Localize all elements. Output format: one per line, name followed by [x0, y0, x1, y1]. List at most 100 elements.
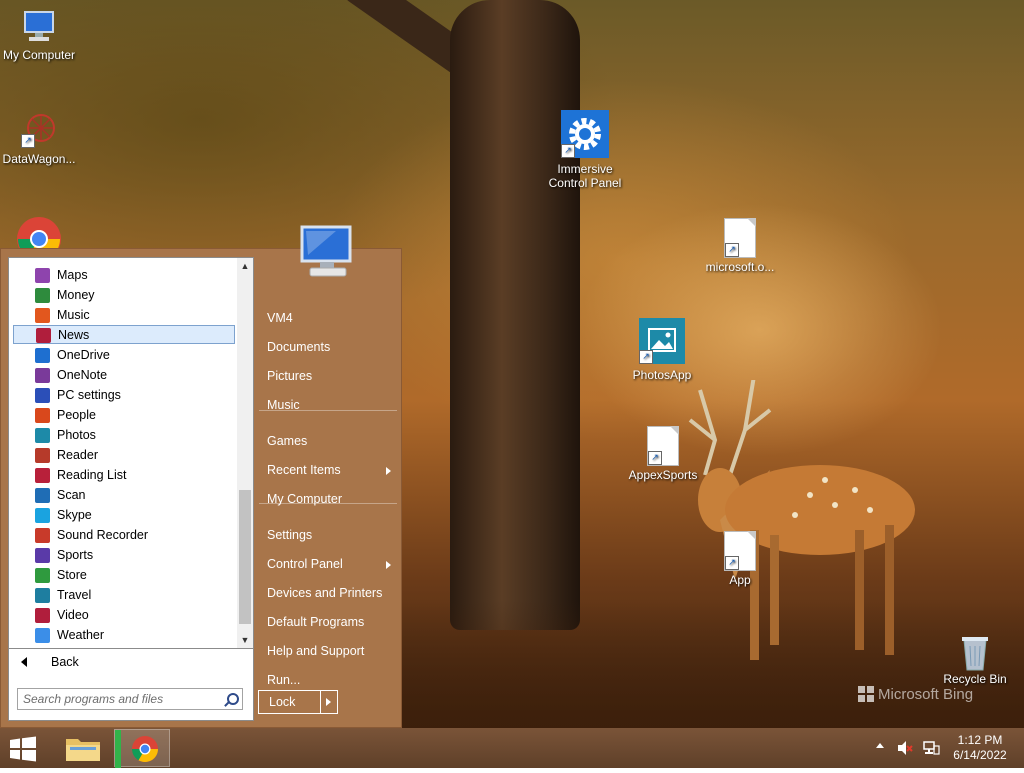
taskbar-chrome[interactable] — [114, 729, 170, 768]
start-link-label: Settings — [267, 528, 313, 542]
windows-logo-icon — [10, 736, 36, 762]
scroll-down-icon[interactable]: ▼ — [237, 632, 253, 648]
start-link-default-programs[interactable]: Default Programs — [257, 609, 399, 636]
start-link-my-computer[interactable]: My Computer — [257, 486, 399, 513]
start-link-pictures[interactable]: Pictures — [257, 363, 399, 390]
shortcut-arrow-icon: ↗ — [725, 243, 739, 257]
program-item-news[interactable]: News — [13, 325, 235, 344]
scroll-up-icon[interactable]: ▲ — [237, 258, 253, 274]
search-icon[interactable] — [227, 693, 239, 705]
program-item-maps[interactable]: Maps — [13, 266, 235, 285]
start-link-label: Help and Support — [267, 644, 365, 658]
program-item-travel[interactable]: Travel — [13, 586, 235, 605]
taskbar-file-explorer[interactable] — [56, 729, 112, 767]
clock-time: 1:12 PM — [957, 733, 1003, 747]
desktop-icon-app[interactable]: ↗ App — [698, 531, 782, 587]
reading-list-app-icon — [35, 468, 50, 483]
start-link-label: Control Panel — [267, 557, 343, 571]
show-hidden-icons-chevron-icon[interactable] — [876, 743, 884, 748]
desktop-icon-datawagon[interactable]: ↗ DataWagon... — [0, 112, 81, 166]
submenu-arrow-icon — [386, 561, 391, 569]
desktop-icon-photosapp[interactable]: ↗ PhotosApp — [620, 318, 704, 382]
start-menu: ▲ ▼ Maps Money Music News OneDrive OneNote PC … — [0, 225, 402, 728]
program-item-label: OneNote — [57, 368, 108, 382]
program-item-label: Reader — [57, 448, 98, 462]
taskbar-clock[interactable]: 1:12 PM 6/14/2022 — [944, 733, 1016, 763]
recycle-bin-icon — [957, 632, 993, 671]
desktop-icon-microsoft-o[interactable]: ↗ microsoft.o... — [698, 218, 782, 274]
start-link-recent-items[interactable]: Recent Items — [257, 457, 399, 484]
program-item-reading-list[interactable]: Reading List — [13, 466, 235, 485]
user-picture-computer-icon[interactable] — [296, 223, 358, 281]
program-item-music[interactable]: Music — [13, 306, 235, 325]
start-link-help-and-support[interactable]: Help and Support — [257, 638, 399, 665]
program-item-photos[interactable]: Photos — [13, 426, 235, 445]
scan-app-icon — [35, 488, 50, 503]
desktop-icon-chrome[interactable] — [16, 216, 62, 248]
program-item-pc-settings[interactable]: PC settings — [13, 386, 235, 405]
program-item-label: Reading List — [57, 468, 127, 482]
program-item-onenote[interactable]: OneNote — [13, 366, 235, 385]
bing-watermark: Microsoft Bing — [858, 686, 973, 703]
news-app-icon — [36, 328, 51, 343]
back-arrow-icon — [21, 657, 27, 667]
store-app-icon — [35, 568, 50, 583]
folder-icon — [66, 739, 100, 761]
program-item-sound-recorder[interactable]: Sound Recorder — [13, 526, 235, 545]
start-link-documents[interactable]: Documents — [257, 334, 399, 361]
wallpaper-tree — [450, 0, 580, 630]
program-item-onedrive[interactable]: OneDrive — [13, 346, 235, 365]
desktop-icon-my-computer[interactable]: My Computer — [0, 8, 81, 62]
desktop-icon-immersive-control-panel[interactable]: ↗ Immersive Control Panel — [543, 110, 627, 190]
program-item-label: Store — [57, 568, 87, 582]
program-item-weather[interactable]: Weather — [13, 626, 235, 645]
back-button[interactable]: Back — [8, 649, 254, 677]
start-link-label: Run... — [267, 673, 301, 687]
program-item-sports[interactable]: Sports — [13, 546, 235, 565]
shortcut-arrow-icon: ↗ — [21, 134, 35, 148]
start-link-vm4[interactable]: VM4 — [257, 305, 399, 332]
power-options-arrow-button[interactable] — [320, 690, 338, 714]
desktop-icon-recycle-bin[interactable]: Recycle Bin — [933, 632, 1017, 686]
start-link-settings[interactable]: Settings — [257, 522, 399, 549]
chrome-icon — [115, 730, 159, 768]
pc-settings-app-icon — [35, 388, 50, 403]
program-list[interactable]: ▲ ▼ Maps Money Music News OneDrive OneNote PC … — [8, 257, 254, 649]
program-item-video[interactable]: Video — [13, 606, 235, 625]
program-item-skype[interactable]: Skype — [13, 506, 235, 525]
maps-app-icon — [35, 268, 50, 283]
start-link-games[interactable]: Games — [257, 428, 399, 455]
start-button[interactable] — [8, 736, 38, 762]
taskbar: 1:12 PM 6/14/2022 — [0, 728, 1024, 768]
photos-app-icon — [35, 428, 50, 443]
start-link-music[interactable]: Music — [257, 392, 399, 419]
shortcut-arrow-icon: ↗ — [639, 350, 653, 364]
submenu-arrow-icon — [386, 467, 391, 475]
search-box-container — [8, 677, 254, 721]
computer-icon — [21, 8, 57, 44]
scrollbar-thumb[interactable] — [239, 490, 251, 624]
search-input[interactable] — [17, 688, 243, 710]
file-icon: ↗ — [724, 218, 756, 258]
start-menu-separator — [259, 503, 397, 504]
program-item-money[interactable]: Money — [13, 286, 235, 305]
program-list-scrollbar[interactable]: ▲ ▼ — [237, 258, 253, 648]
lock-button[interactable]: Lock — [258, 690, 320, 714]
network-icon[interactable] — [922, 740, 940, 761]
onenote-app-icon — [35, 368, 50, 383]
clock-date: 6/14/2022 — [953, 748, 1007, 762]
program-item-people[interactable]: People — [13, 406, 235, 425]
program-item-scan[interactable]: Scan — [13, 486, 235, 505]
start-link-control-panel[interactable]: Control Panel — [257, 551, 399, 578]
start-link-devices-and-printers[interactable]: Devices and Printers — [257, 580, 399, 607]
start-link-label: Documents — [267, 340, 331, 354]
program-item-label: Sports — [57, 548, 94, 562]
program-item-label: Travel — [57, 588, 92, 602]
program-item-store[interactable]: Store — [13, 566, 235, 585]
file-icon: ↗ — [724, 531, 756, 571]
desktop-icon-appexsports[interactable]: ↗ AppexSports — [621, 426, 705, 482]
reader-app-icon — [35, 448, 50, 463]
program-item-reader[interactable]: Reader — [13, 446, 235, 465]
volume-muted-icon[interactable] — [896, 740, 914, 761]
program-item-label: Photos — [57, 428, 96, 442]
